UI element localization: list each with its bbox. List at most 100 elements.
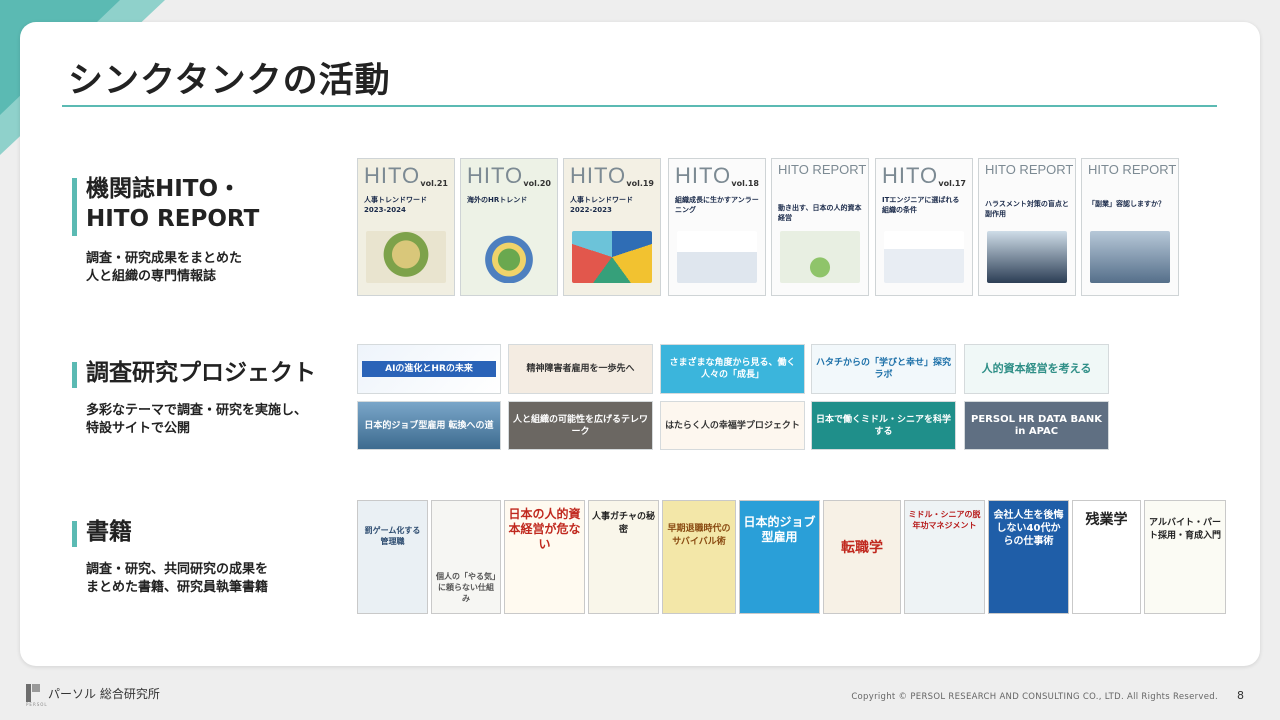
project-banner[interactable]: 精神障害者雇用を一歩先へ	[508, 344, 653, 394]
persol-logo-icon	[26, 684, 40, 702]
project-banner-title: さまざまな角度から見る、働く人々の「成長」	[669, 358, 796, 380]
section-desc-line1: 調査・研究成果をまとめた	[86, 251, 243, 266]
project-banner[interactable]: PERSOL HR DATA BANK in APAC	[964, 401, 1109, 450]
project-banner[interactable]: AIの進化とHRの未来	[357, 344, 501, 394]
book-title: 日本の人的資本経営が危ない	[508, 507, 581, 551]
section-heading-line2: HITO REPORT	[86, 206, 260, 232]
magazine-cover[interactable]: HITO vol.20 海外のHRトレンド	[460, 158, 558, 296]
book-cover[interactable]: 早期退職時代のサバイバル術	[662, 500, 736, 614]
section-books: 書籍 調査・研究、共同研究の成果を まとめた書籍、研究員執筆書籍	[72, 517, 268, 597]
cover-illustration	[677, 231, 757, 283]
section-heading-line1: 機関誌HITO・	[86, 176, 242, 202]
project-banner[interactable]: ハタチからの「学びと幸せ」探究ラボ	[811, 344, 956, 394]
project-banner-title: 日本的ジョブ型雇用 転換への道	[364, 420, 494, 431]
book-title: 日本的ジョブ型雇用	[743, 515, 816, 544]
magazine-masthead: HITO REPORT	[778, 162, 867, 177]
book-cover[interactable]: 転職学	[823, 500, 901, 614]
section-desc-line1: 多彩なテーマで調査・研究を実施し、	[86, 403, 308, 418]
project-banner[interactable]: 人と組織の可能性を広げるテレワーク	[508, 401, 653, 450]
magazine-caption: 「副業」容認しますか？	[1088, 200, 1165, 208]
project-banner-title: PERSOL HR DATA BANK in APAC	[971, 413, 1102, 437]
magazine-masthead: HITO REPORT	[985, 162, 1074, 177]
magazine-volume: vol.17	[938, 179, 966, 188]
logo-subtext: PERSOL	[26, 702, 48, 707]
book-cover[interactable]: 残業学	[1072, 500, 1141, 614]
book-title: アルバイト・パート採用・育成入門	[1148, 518, 1221, 541]
book-title: 人事ガチャの秘密	[592, 512, 655, 535]
magazine-caption: ITエンジニアに選ばれる組織の条件	[882, 196, 960, 214]
project-banner-title: AIの進化とHRの未来	[362, 361, 496, 377]
magazine-cover[interactable]: HITO vol.21 人事トレンドワード 2023-2024	[357, 158, 455, 296]
magazine-cover[interactable]: HITO vol.18 組織成長に生かすアンラーニング	[668, 158, 766, 296]
magazine-volume: vol.18	[731, 179, 759, 188]
project-banner[interactable]: 人的資本経営を考える	[964, 344, 1109, 394]
magazine-volume: vol.19	[626, 179, 654, 188]
section-projects: 調査研究プロジェクト 多彩なテーマで調査・研究を実施し、 特設サイトで公開	[72, 358, 316, 438]
section-accent-bar	[72, 178, 77, 236]
content-card: シンクタンクの活動 機関誌HITO・ HITO REPORT 調査・研究成果をま…	[20, 22, 1260, 666]
cover-illustration	[469, 231, 549, 283]
magazine-masthead: HITO REPORT	[1088, 162, 1177, 177]
magazine-cover[interactable]: HITO REPORT 動き出す、日本の人的資本経営	[771, 158, 869, 296]
book-cover[interactable]: 会社人生を後悔しない40代からの仕事術	[988, 500, 1069, 614]
magazine-masthead: HITO	[882, 163, 939, 188]
book-cover[interactable]: 日本の人的資本経営が危ない	[504, 500, 585, 614]
magazine-volume: vol.21	[420, 179, 448, 188]
company-name: パーソル 総合研究所	[48, 686, 160, 701]
section-heading: 調査研究プロジェクト	[86, 360, 316, 386]
section-hito: 機関誌HITO・ HITO REPORT 調査・研究成果をまとめた 人と組織の専…	[72, 174, 259, 286]
book-title: ミドル・シニアの脱年功マネジメント	[908, 510, 981, 530]
magazine-masthead: HITO	[467, 163, 524, 188]
book-cover[interactable]: アルバイト・パート採用・育成入門	[1144, 500, 1226, 614]
magazine-cover[interactable]: HITO vol.17 ITエンジニアに選ばれる組織の条件	[875, 158, 973, 296]
section-heading: 書籍	[86, 519, 132, 545]
section-description: 調査・研究、共同研究の成果を まとめた書籍、研究員執筆書籍	[86, 561, 268, 597]
section-accent-bar	[72, 362, 77, 388]
project-banner[interactable]: さまざまな角度から見る、働く人々の「成長」	[660, 344, 805, 394]
magazine-caption: 人事トレンドワード 2022-2023	[570, 196, 633, 214]
section-heading: 機関誌HITO・ HITO REPORT	[86, 174, 259, 234]
page-number: 8	[1237, 689, 1244, 702]
book-title: 早期退職時代のサバイバル術	[667, 524, 731, 547]
cover-illustration	[1090, 231, 1170, 283]
company-logo: パーソル 総合研究所	[26, 684, 160, 702]
book-title: 残業学	[1085, 512, 1128, 528]
project-banner-title: ハタチからの「学びと幸せ」探究ラボ	[816, 358, 952, 380]
page-title: シンクタンクの活動	[68, 61, 391, 101]
book-cover[interactable]: 日本的ジョブ型雇用	[739, 500, 820, 614]
magazine-masthead: HITO	[364, 163, 421, 188]
book-cover[interactable]: 罰ゲーム化する管理職	[357, 500, 428, 614]
magazine-masthead: HITO	[675, 163, 732, 188]
section-desc-line2: 人と組織の専門情報誌	[86, 269, 217, 284]
magazine-caption: 動き出す、日本の人的資本経営	[778, 204, 862, 222]
section-desc-line2: 特設サイトで公開	[86, 421, 191, 436]
section-accent-bar	[72, 521, 77, 547]
magazine-caption: ハラスメント対策の盲点と副作用	[985, 200, 1069, 218]
section-desc-line1: 調査・研究、共同研究の成果を	[86, 562, 269, 577]
section-description: 多彩なテーマで調査・研究を実施し、 特設サイトで公開	[86, 402, 316, 438]
section-description: 調査・研究成果をまとめた 人と組織の専門情報誌	[86, 250, 259, 286]
project-banner-title: 精神障害者雇用を一歩先へ	[526, 364, 635, 374]
project-banner[interactable]: 日本で働くミドル・シニアを科学する	[811, 401, 956, 450]
magazine-masthead: HITO	[570, 163, 627, 188]
magazine-cover[interactable]: HITO REPORT 「副業」容認しますか？	[1081, 158, 1179, 296]
magazine-cover[interactable]: HITO REPORT ハラスメント対策の盲点と副作用	[978, 158, 1076, 296]
project-banner-title: 人的資本経営を考える	[981, 362, 1092, 375]
project-banner-title: はたらく人の幸福学プロジェクト	[665, 420, 800, 431]
cover-illustration	[987, 231, 1067, 283]
project-banner-title: 日本で働くミドル・シニアを科学する	[816, 414, 952, 437]
book-cover[interactable]: 個人の「やる気」に頼らない仕組み	[431, 500, 501, 614]
project-banner[interactable]: 日本的ジョブ型雇用 転換への道	[357, 401, 501, 450]
magazine-cover[interactable]: HITO vol.19 人事トレンドワード 2022-2023	[563, 158, 661, 296]
project-banner[interactable]: はたらく人の幸福学プロジェクト	[660, 401, 805, 450]
cover-illustration	[884, 231, 964, 283]
magazine-caption: 海外のHRトレンド	[467, 196, 528, 204]
book-title: 会社人生を後悔しない40代からの仕事術	[993, 510, 1064, 547]
book-title: 転職学	[841, 540, 883, 556]
cover-illustration	[572, 231, 652, 283]
magazine-caption: 組織成長に生かすアンラーニング	[675, 196, 759, 214]
book-cover[interactable]: 人事ガチャの秘密	[588, 500, 659, 614]
book-cover[interactable]: ミドル・シニアの脱年功マネジメント	[904, 500, 985, 614]
magazine-volume: vol.20	[523, 179, 551, 188]
project-banner-title: 人と組織の可能性を広げるテレワーク	[513, 414, 649, 437]
